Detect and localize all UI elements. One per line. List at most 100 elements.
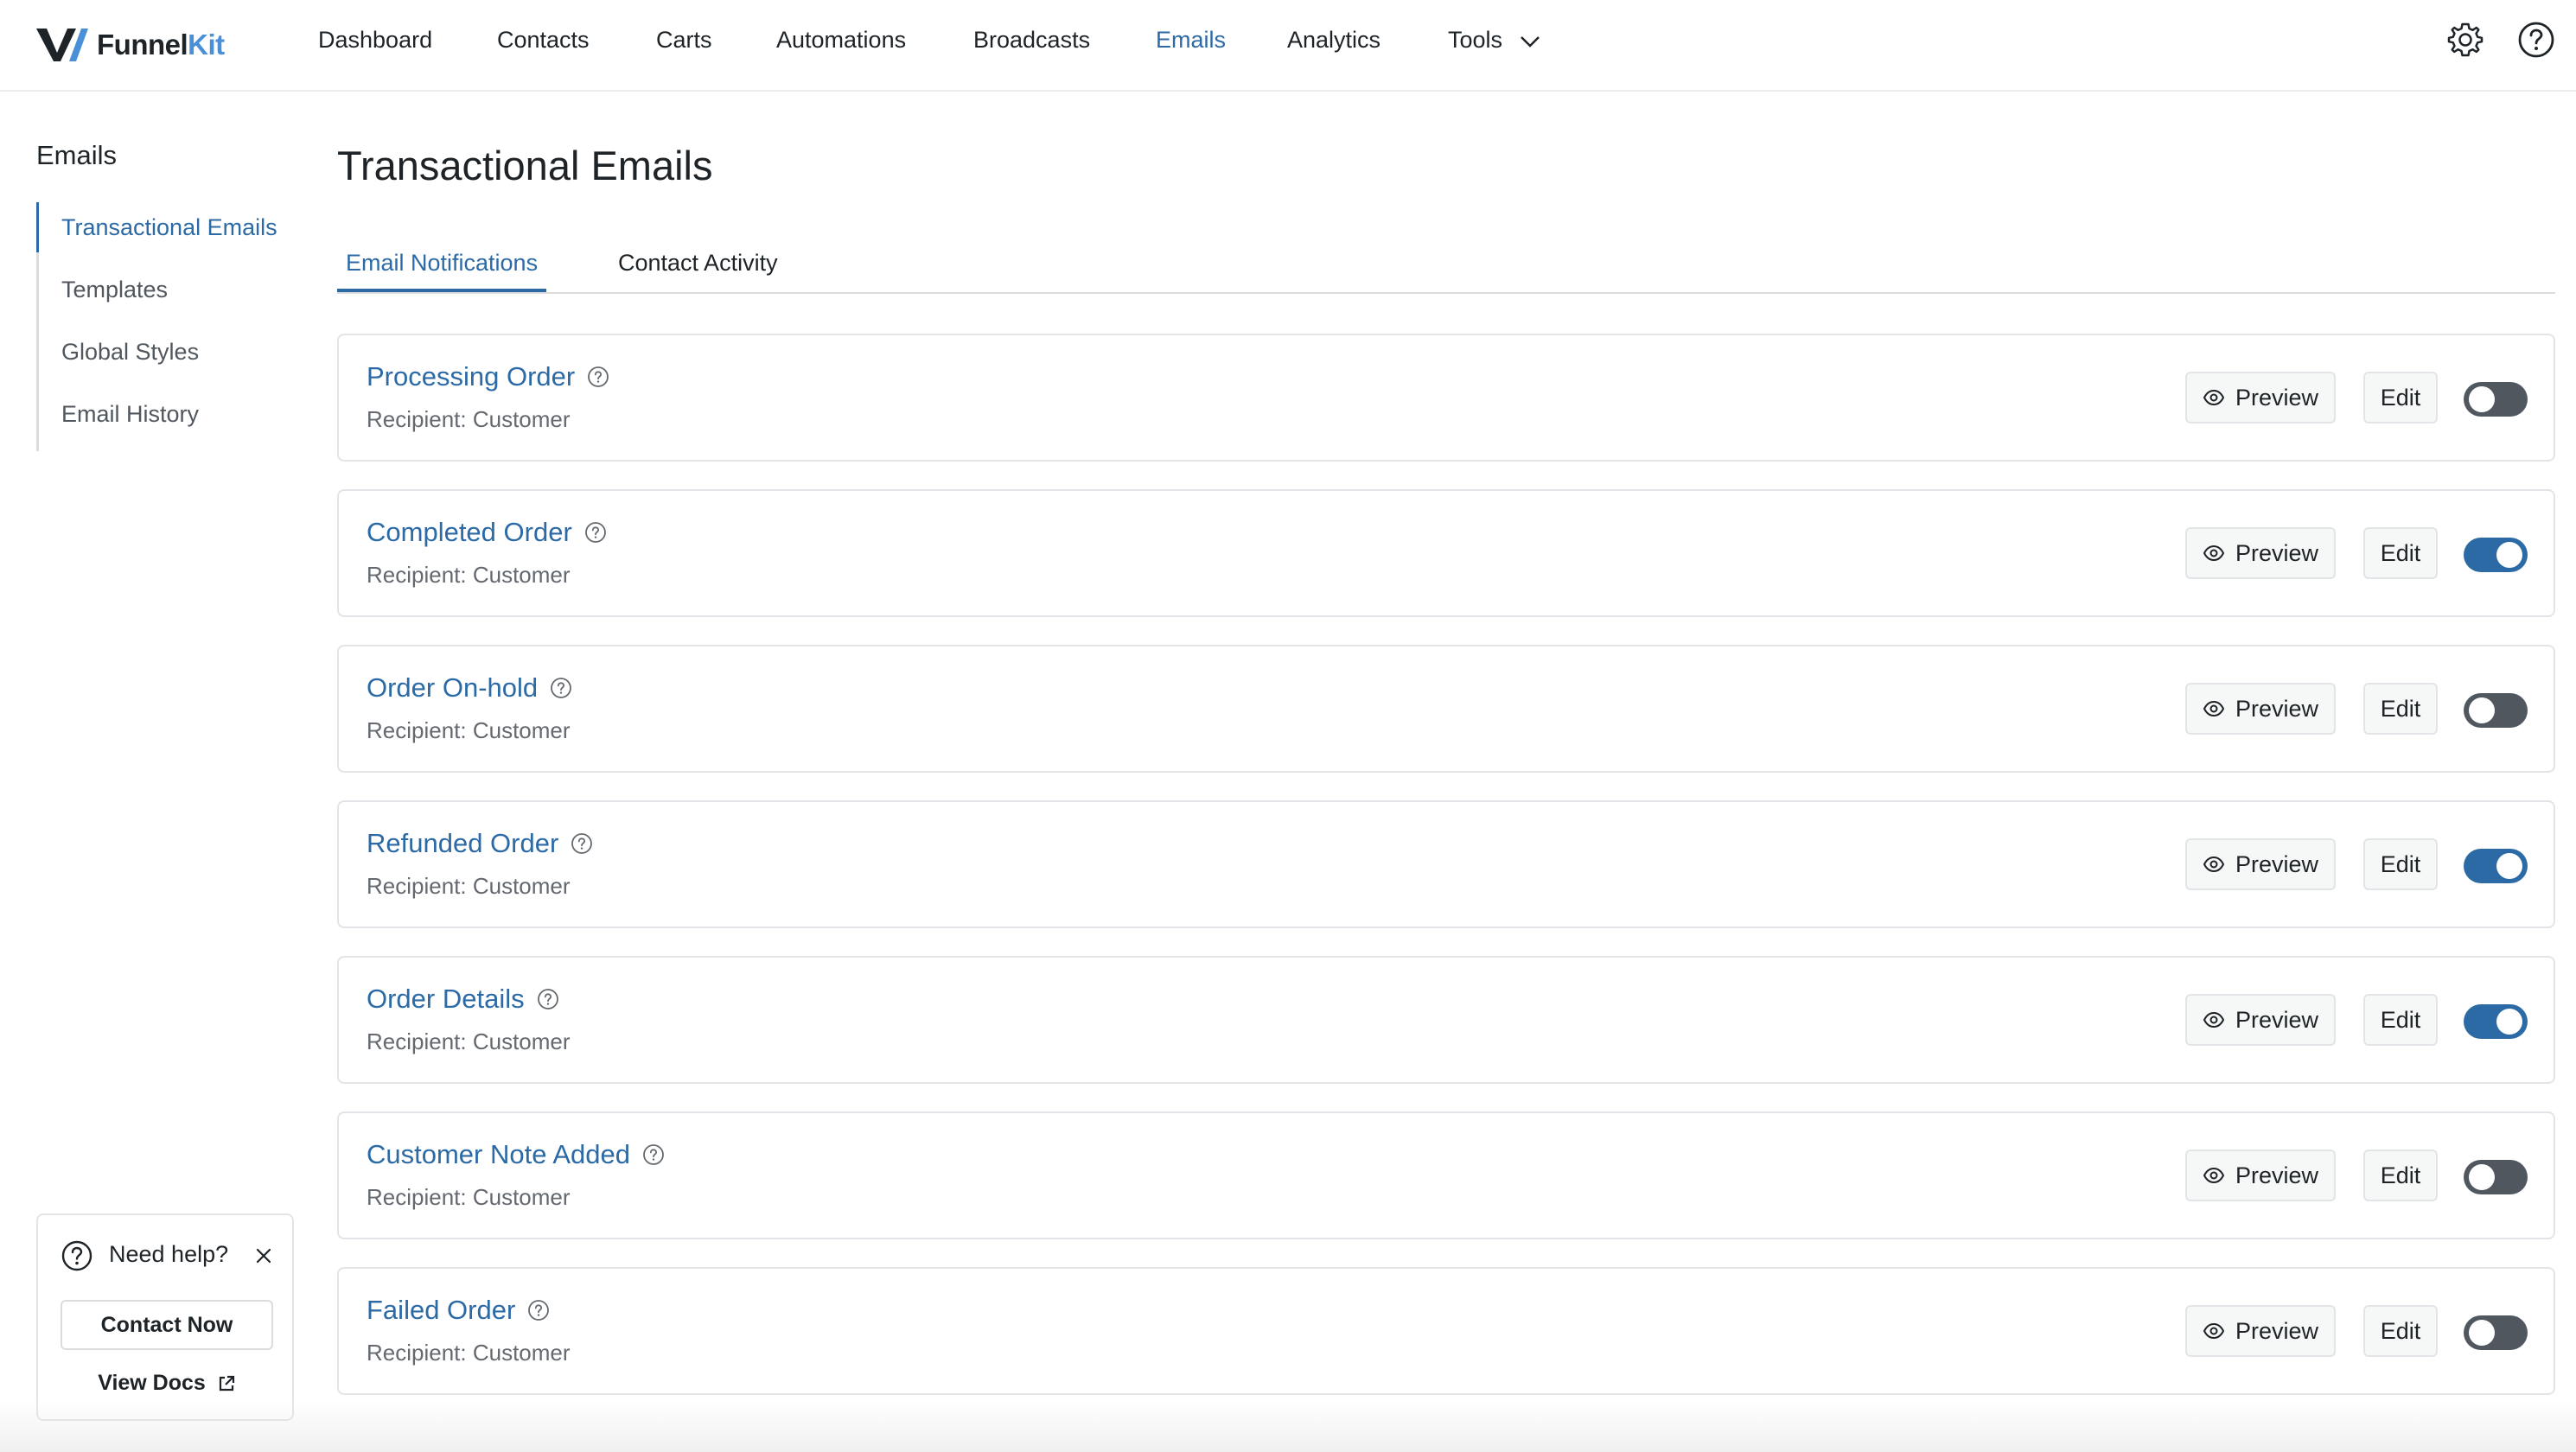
edit-button[interactable]: Edit bbox=[2363, 1305, 2438, 1357]
funnelkit-logo-icon bbox=[36, 29, 88, 61]
email-name-label: Completed Order bbox=[367, 517, 572, 547]
scroll-fade bbox=[0, 1400, 2576, 1452]
preview-label: Preview bbox=[2235, 1317, 2319, 1344]
edit-button[interactable]: Edit bbox=[2363, 527, 2438, 579]
edit-button[interactable]: Edit bbox=[2363, 683, 2438, 735]
email-name[interactable]: Completed Order bbox=[367, 517, 607, 548]
preview-label: Preview bbox=[2235, 695, 2319, 722]
toggle-knob bbox=[2496, 1009, 2522, 1035]
sidebar-item-email-history[interactable]: Email History bbox=[39, 389, 298, 451]
page-title: Transactional Emails bbox=[337, 143, 713, 188]
sidebar-item-templates[interactable]: Templates bbox=[39, 264, 298, 327]
close-icon[interactable] bbox=[254, 1246, 273, 1265]
top-bar: FunnelKit Dashboard Contacts Carts Autom… bbox=[0, 0, 2576, 92]
info-icon[interactable] bbox=[587, 366, 609, 388]
email-name-label: Failed Order bbox=[367, 1295, 516, 1325]
email-name-label: Refunded Order bbox=[367, 828, 559, 858]
info-icon[interactable] bbox=[584, 521, 607, 544]
email-recipient: Recipient: Customer bbox=[367, 873, 571, 899]
preview-button[interactable]: Preview bbox=[2185, 1150, 2336, 1201]
preview-label: Preview bbox=[2235, 384, 2319, 411]
email-recipient: Recipient: Customer bbox=[367, 1184, 571, 1210]
enable-toggle[interactable] bbox=[2464, 1315, 2528, 1350]
external-link-icon bbox=[219, 1376, 234, 1392]
nav-dashboard[interactable]: Dashboard bbox=[318, 26, 432, 54]
preview-button[interactable]: Preview bbox=[2185, 994, 2336, 1046]
toggle-knob bbox=[2469, 697, 2495, 723]
toggle-knob bbox=[2496, 853, 2522, 879]
info-icon[interactable] bbox=[527, 1299, 550, 1321]
email-name-label: Customer Note Added bbox=[367, 1139, 631, 1169]
email-name[interactable]: Refunded Order bbox=[367, 828, 593, 859]
nav-tools[interactable]: Tools bbox=[1448, 26, 1540, 54]
tab-email-notifications[interactable]: Email Notifications bbox=[337, 244, 547, 292]
help-title: Need help? bbox=[109, 1241, 229, 1267]
help-icon[interactable] bbox=[2517, 21, 2555, 59]
eye-icon bbox=[2203, 1011, 2225, 1028]
preview-button[interactable]: Preview bbox=[2185, 838, 2336, 890]
edit-button[interactable]: Edit bbox=[2363, 838, 2438, 890]
email-name[interactable]: Customer Note Added bbox=[367, 1139, 665, 1170]
preview-label: Preview bbox=[2235, 539, 2319, 566]
email-card: Order On-hold Recipient: Customer Preview E… bbox=[337, 645, 2555, 773]
email-recipient: Recipient: Customer bbox=[367, 406, 571, 432]
sidebar-item-transactional-emails[interactable]: Transactional Emails bbox=[36, 202, 298, 264]
email-card: Order Details Recipient: Customer Preview E… bbox=[337, 956, 2555, 1084]
nav-emails[interactable]: Emails bbox=[1156, 26, 1226, 54]
preview-button[interactable]: Preview bbox=[2185, 527, 2336, 579]
toggle-knob bbox=[2469, 1164, 2495, 1190]
nav-analytics[interactable]: Analytics bbox=[1287, 26, 1380, 54]
sidebar-title: Emails bbox=[36, 140, 118, 170]
email-name[interactable]: Order On-hold bbox=[367, 672, 572, 704]
email-recipient: Recipient: Customer bbox=[367, 1340, 571, 1366]
nav-automations[interactable]: Automations bbox=[776, 26, 906, 54]
edit-button[interactable]: Edit bbox=[2363, 372, 2438, 424]
preview-button[interactable]: Preview bbox=[2185, 1305, 2336, 1357]
sidebar-item-global-styles[interactable]: Global Styles bbox=[39, 327, 298, 389]
toggle-knob bbox=[2469, 1320, 2495, 1346]
enable-toggle[interactable] bbox=[2464, 693, 2528, 728]
preview-button[interactable]: Preview bbox=[2185, 683, 2336, 735]
email-recipient: Recipient: Customer bbox=[367, 717, 571, 743]
enable-toggle[interactable] bbox=[2464, 1004, 2528, 1039]
email-name-label: Processing Order bbox=[367, 361, 576, 392]
email-card: Customer Note Added Recipient: Customer Pr… bbox=[337, 1111, 2555, 1239]
eye-icon bbox=[2203, 700, 2225, 717]
eye-icon bbox=[2203, 544, 2225, 562]
contact-now-button[interactable]: Contact Now bbox=[61, 1300, 273, 1350]
info-icon[interactable] bbox=[537, 988, 559, 1010]
enable-toggle[interactable] bbox=[2464, 538, 2528, 572]
edit-button[interactable]: Edit bbox=[2363, 994, 2438, 1046]
enable-toggle[interactable] bbox=[2464, 382, 2528, 417]
eye-icon bbox=[2203, 389, 2225, 406]
help-box: Need help? Contact Now View Docs bbox=[36, 1213, 294, 1421]
info-icon[interactable] bbox=[642, 1143, 665, 1166]
enable-toggle[interactable] bbox=[2464, 849, 2528, 883]
email-name[interactable]: Processing Order bbox=[367, 361, 609, 392]
email-card: Completed Order Recipient: Customer Previe… bbox=[337, 489, 2555, 617]
email-name[interactable]: Failed Order bbox=[367, 1295, 550, 1326]
enable-toggle[interactable] bbox=[2464, 1160, 2528, 1194]
nav-carts[interactable]: Carts bbox=[656, 26, 712, 54]
info-icon[interactable] bbox=[571, 832, 593, 855]
gear-icon[interactable] bbox=[2446, 21, 2484, 59]
preview-label: Preview bbox=[2235, 1006, 2319, 1033]
question-circle-icon bbox=[61, 1240, 92, 1271]
tab-contact-activity[interactable]: Contact Activity bbox=[609, 244, 787, 292]
preview-label: Preview bbox=[2235, 850, 2319, 877]
eye-icon bbox=[2203, 1322, 2225, 1340]
toggle-knob bbox=[2496, 542, 2522, 568]
email-name-label: Order Details bbox=[367, 984, 525, 1014]
edit-button[interactable]: Edit bbox=[2363, 1150, 2438, 1201]
email-name[interactable]: Order Details bbox=[367, 984, 559, 1015]
nav-broadcasts[interactable]: Broadcasts bbox=[973, 26, 1090, 54]
eye-icon bbox=[2203, 1167, 2225, 1184]
nav-contacts[interactable]: Contacts bbox=[497, 26, 590, 54]
view-docs-link[interactable]: View Docs bbox=[38, 1371, 296, 1396]
info-icon[interactable] bbox=[550, 677, 572, 699]
preview-button[interactable]: Preview bbox=[2185, 372, 2336, 424]
funnelkit-logo[interactable]: FunnelKit bbox=[35, 19, 225, 71]
email-card: Refunded Order Recipient: Customer Preview… bbox=[337, 800, 2555, 928]
email-card: Failed Order Recipient: Customer Preview Ed… bbox=[337, 1267, 2555, 1395]
sidebar-nav: Transactional Emails Templates Global St… bbox=[36, 202, 298, 451]
